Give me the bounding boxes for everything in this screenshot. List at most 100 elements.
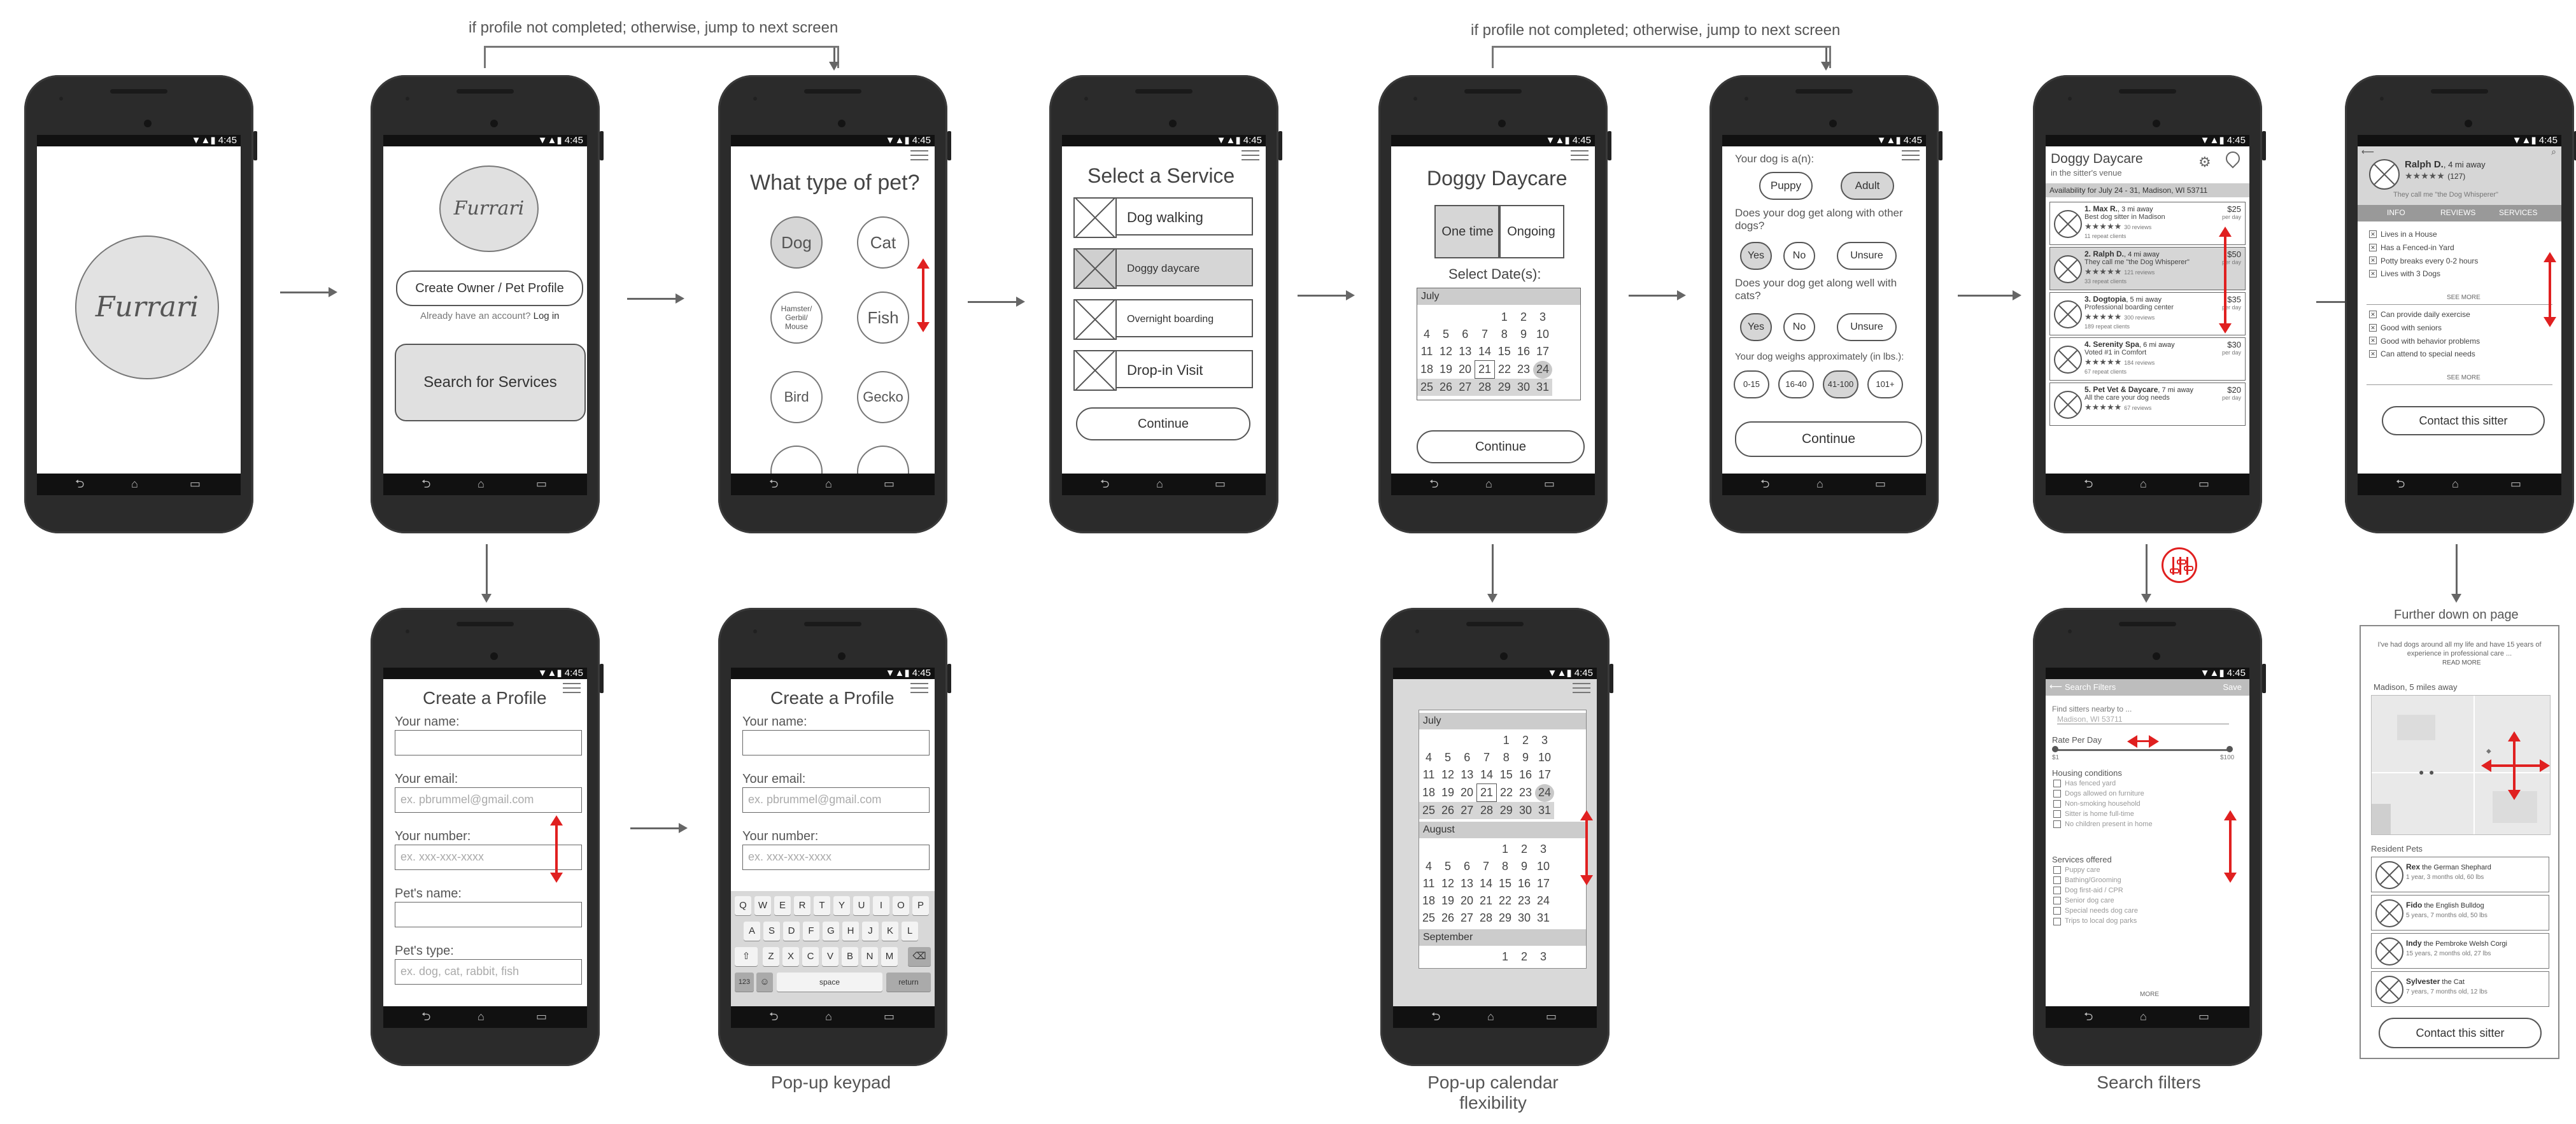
checkbox-item[interactable]: ✕ Potty breaks every 0-2 hours	[2369, 256, 2478, 265]
checkbox-item[interactable]: ✕ Good with behavior problems	[2369, 336, 2480, 345]
pet-option-cat[interactable]: Cat	[857, 216, 909, 269]
map-pin-icon[interactable]: ◆	[2486, 748, 2491, 755]
calendar-day[interactable]: 13	[1455, 343, 1475, 361]
key[interactable]: P	[912, 896, 929, 915]
checkbox[interactable]	[2053, 820, 2061, 829]
calendar-day[interactable]: 29	[1496, 801, 1516, 819]
calendar-day[interactable]: 24	[1534, 892, 1553, 910]
calendar-day[interactable]: 5	[1438, 749, 1457, 766]
calendar-grid[interactable]: 123	[1419, 948, 1553, 966]
calendar-july[interactable]: July 1 2 3 4 5 6 7 8 9 10 11 12 13 14 15 16 17 18 19 20 21 22…	[1417, 288, 1581, 400]
calendar-day[interactable]: 21	[1475, 360, 1495, 379]
key[interactable]: K	[882, 922, 898, 941]
checkbox[interactable]	[2053, 800, 2061, 808]
calendar-day[interactable]: 21	[1476, 783, 1497, 802]
key[interactable]: W	[754, 896, 771, 915]
calendar-day[interactable]: 5	[1438, 858, 1457, 875]
calendar-day[interactable]: 9	[1516, 749, 1535, 766]
text-input[interactable]: ex. pbrummel@gmail.com	[742, 787, 930, 813]
key[interactable]: Z	[763, 947, 779, 966]
calendar-day[interactable]: 1	[1496, 948, 1515, 966]
pet-option-fish[interactable]: Fish	[857, 292, 909, 344]
return-key[interactable]: return	[886, 973, 931, 992]
tab-reviews[interactable]: REVIEWS	[2440, 208, 2475, 217]
calendar-day[interactable]: 8	[1495, 326, 1515, 343]
checkbox-item[interactable]: ✕ Can attend to special needs	[2369, 349, 2480, 358]
service-option-drop-in[interactable]: Drop-in Visit	[1073, 350, 1256, 391]
calendar-day[interactable]: 4	[1419, 858, 1438, 875]
menu-icon[interactable]	[1242, 150, 1259, 162]
calendar-day[interactable]: 31	[1535, 801, 1554, 819]
menu-icon[interactable]	[563, 683, 581, 694]
calendar-day[interactable]: 3	[1534, 948, 1553, 966]
checkbox-item[interactable]: Puppy care	[2053, 866, 2138, 875]
pet-option-more[interactable]	[770, 446, 823, 474]
cats-yes[interactable]: Yes	[1740, 313, 1772, 341]
calendar-day[interactable]: 23	[1516, 784, 1535, 802]
tab-info[interactable]: INFO	[2387, 208, 2405, 217]
numbers-key[interactable]: 123	[735, 973, 754, 992]
checkbox-item[interactable]: ✕ Can provide daily exercise	[2369, 309, 2480, 319]
checkbox[interactable]: ✕	[2369, 270, 2377, 278]
checkbox-item[interactable]: Trips to local dog parks	[2053, 917, 2138, 925]
calendar-day[interactable]: 12	[1438, 766, 1457, 784]
calendar-day[interactable]: 1	[1495, 309, 1515, 326]
calendar-day[interactable]: 11	[1417, 343, 1436, 361]
puppy-option[interactable]: Puppy	[1759, 172, 1813, 200]
checkbox-item[interactable]: No children present in home	[2053, 820, 2153, 829]
map-pin-icon[interactable]	[2223, 148, 2243, 169]
menu-icon[interactable]	[910, 150, 928, 162]
calendar-day[interactable]: 7	[1477, 749, 1497, 766]
calendar-day[interactable]: 6	[1455, 326, 1475, 343]
read-more-link[interactable]: READ MORE	[2442, 659, 2481, 666]
service-option-doggy-daycare[interactable]: Doggy daycare	[1073, 248, 1256, 289]
calendar-day[interactable]: 9	[1515, 858, 1534, 875]
map-pin-icon[interactable]: ●	[2429, 767, 2434, 777]
key[interactable]: D	[783, 922, 800, 941]
dogs-no[interactable]: No	[1783, 242, 1815, 270]
checkbox[interactable]	[2053, 887, 2061, 895]
key[interactable]: Y	[833, 896, 850, 915]
key[interactable]: M	[881, 947, 898, 966]
calendar-day[interactable]: 24	[1533, 360, 1552, 379]
checkbox[interactable]	[2053, 790, 2061, 798]
calendar-day[interactable]: 10	[1534, 858, 1553, 875]
calendar-day[interactable]: 30	[1516, 801, 1535, 819]
calendar-day[interactable]: 4	[1419, 749, 1438, 766]
calendar-grid[interactable]: 1 2 3 4 5 6 7 8 9 10 11 12 13 14 15 16 17 18 19 20 21 22 23 24 2…	[1419, 841, 1553, 927]
checkbox[interactable]: ✕	[2369, 350, 2377, 358]
calendar-day[interactable]: 12	[1438, 875, 1457, 892]
pet-option-bird[interactable]: Bird	[770, 371, 823, 423]
checkbox[interactable]: ✕	[2369, 230, 2377, 238]
calendar-day[interactable]: 30	[1515, 910, 1534, 927]
calendar-day[interactable]: 17	[1534, 875, 1553, 892]
map[interactable]: ● ● ◆	[2371, 695, 2551, 835]
shift-key[interactable]: ⇧	[735, 947, 758, 966]
calendar-day[interactable]: 16	[1514, 343, 1533, 361]
text-input[interactable]: ex. xxx-xxx-xxxx	[395, 845, 582, 870]
dogs-yes[interactable]: Yes	[1740, 242, 1772, 270]
checkbox-item[interactable]: Dogs allowed on furniture	[2053, 790, 2153, 798]
emoji-key[interactable]: ☺	[756, 973, 773, 992]
checkbox[interactable]	[2053, 917, 2061, 925]
tab-services[interactable]: SERVICES	[2499, 208, 2537, 217]
pet-option-hamster[interactable]: Hamster/ Gerbil/ Mouse	[770, 292, 823, 344]
checkbox[interactable]: ✕	[2369, 256, 2377, 265]
key[interactable]: N	[861, 947, 878, 966]
checkbox[interactable]	[2053, 897, 2061, 905]
calendar-day[interactable]: 26	[1436, 378, 1455, 396]
cats-unsure[interactable]: Unsure	[1837, 313, 1897, 341]
calendar-day[interactable]: 10	[1535, 749, 1554, 766]
checkbox[interactable]	[2053, 780, 2061, 788]
calendar-day[interactable]: 23	[1514, 361, 1533, 379]
contact-sitter-button[interactable]: Contact this sitter	[2382, 406, 2545, 435]
key[interactable]: E	[774, 896, 791, 915]
dogs-unsure[interactable]: Unsure	[1837, 242, 1897, 270]
calendar-day[interactable]: 11	[1419, 875, 1438, 892]
checkbox-item[interactable]: Non-smoking household	[2053, 800, 2153, 808]
checkbox-item[interactable]: Senior dog care	[2053, 897, 2138, 905]
ongoing-toggle[interactable]: Ongoing	[1498, 205, 1564, 258]
calendar-day[interactable]: 23	[1515, 892, 1534, 910]
more-link[interactable]: MORE	[2140, 991, 2159, 998]
calendar-day[interactable]: 12	[1436, 343, 1455, 361]
